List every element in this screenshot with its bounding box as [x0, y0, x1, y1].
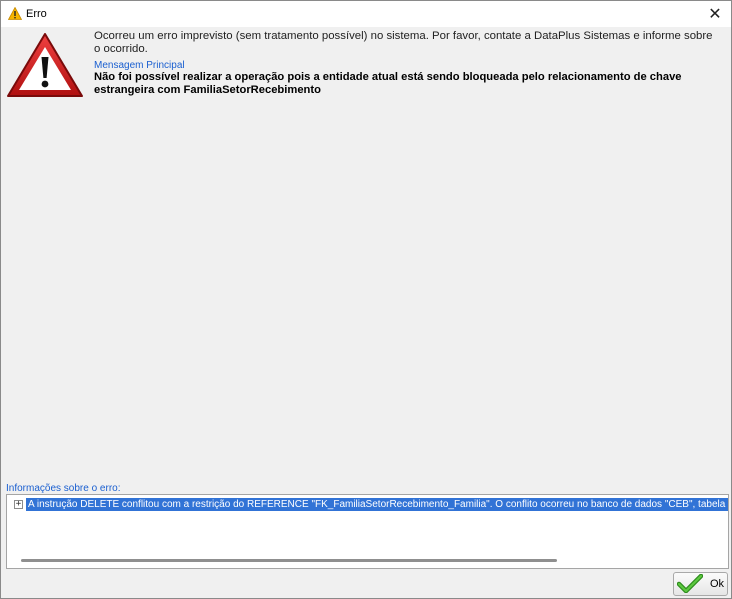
expand-icon[interactable]: +: [14, 500, 23, 509]
warning-large-icon: [7, 33, 83, 97]
error-dialog: Erro ✕ Ocorreu um erro imprevisto (sem t…: [0, 0, 732, 599]
error-message: Ocorreu um erro imprevisto (sem tratamen…: [94, 30, 713, 55]
main-message-label: Mensagem Principal: [94, 60, 185, 71]
error-info-label: Informações sobre o erro:: [6, 483, 121, 494]
tree-row-text[interactable]: A instrução DELETE conflitou com a restr…: [26, 498, 728, 511]
close-button[interactable]: ✕: [699, 1, 731, 27]
window-title: Erro: [26, 8, 47, 20]
title-bar: Erro ✕: [1, 1, 731, 27]
error-info-tree[interactable]: + A instrução DELETE conflitou com a res…: [6, 494, 729, 569]
checkmark-icon: [677, 574, 703, 593]
horizontal-scrollbar[interactable]: [21, 559, 557, 562]
ok-button[interactable]: Ok: [673, 572, 728, 596]
ok-button-label: Ok: [710, 578, 725, 590]
main-message-detail: Não foi possível realizar a operação poi…: [94, 71, 682, 96]
close-icon: ✕: [708, 6, 722, 23]
warning-icon: [8, 7, 22, 20]
